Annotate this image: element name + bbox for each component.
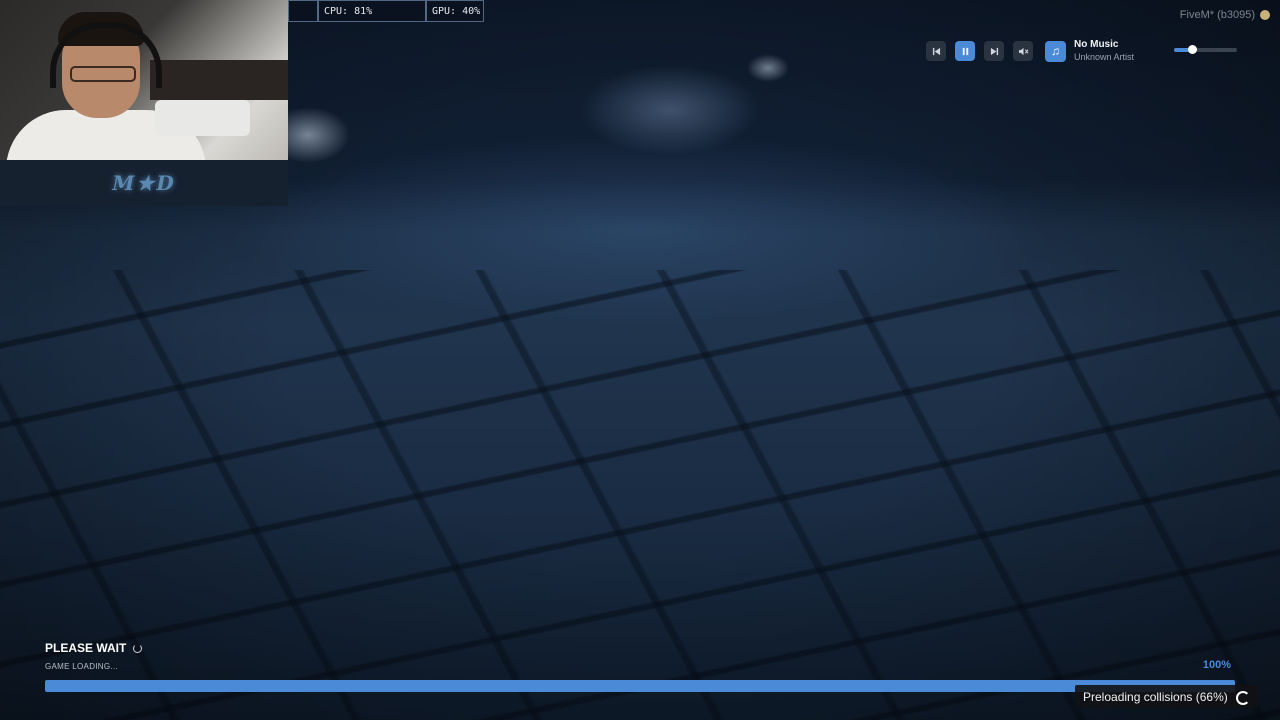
pause-icon xyxy=(962,47,968,55)
fivem-logo-icon xyxy=(1260,10,1270,20)
loading-progress-fill xyxy=(45,680,1235,692)
app-version-label: FiveM* (b3095) xyxy=(1180,9,1270,21)
loading-spinner-icon xyxy=(1236,691,1250,705)
loading-heading: PLEASE WAIT xyxy=(45,641,143,655)
track-artist: Unknown Artist xyxy=(1074,52,1135,62)
mute-icon xyxy=(1018,47,1028,55)
streamer-logo: M★D xyxy=(112,171,176,195)
webcam-glasses xyxy=(70,66,136,82)
track-info: No Music Unknown Artist xyxy=(1074,39,1134,63)
track-title: No Music xyxy=(1074,39,1119,50)
music-player: ♫ No Music Unknown Artist xyxy=(926,39,1134,63)
app-label-text: FiveM* (b3095) xyxy=(1179,9,1255,21)
volume-slider[interactable] xyxy=(1174,45,1237,54)
next-icon xyxy=(990,47,998,55)
webcam-microphone xyxy=(155,100,250,136)
previous-icon xyxy=(932,47,940,55)
loading-subtitle: GAME LOADING... xyxy=(45,662,118,671)
mute-button[interactable] xyxy=(1013,41,1033,61)
loading-percent: 100% xyxy=(1202,659,1231,671)
performance-stats: CPU: 81% GPU: 40% xyxy=(288,0,484,22)
loading-heading-text: PLEASE WAIT xyxy=(45,641,127,655)
webcam-logo-strip: M★D xyxy=(0,160,288,206)
webcam-feed xyxy=(0,0,288,160)
loading-progress-bar xyxy=(45,680,1235,692)
loading-status-text: Preloading collisions (66%) xyxy=(1083,689,1228,704)
gpu-stat: GPU: 40% xyxy=(426,0,484,22)
next-track-button[interactable] xyxy=(984,41,1004,61)
webcam-shelf xyxy=(150,60,288,100)
music-note-icon: ♫ xyxy=(1045,40,1066,62)
previous-track-button[interactable] xyxy=(926,41,946,61)
pause-button[interactable] xyxy=(955,41,975,61)
stat-blank xyxy=(288,0,318,22)
loading-status-toast: Preloading collisions (66%) xyxy=(1075,685,1258,708)
cpu-stat: CPU: 81% xyxy=(318,0,426,22)
spinner-icon xyxy=(133,643,143,653)
